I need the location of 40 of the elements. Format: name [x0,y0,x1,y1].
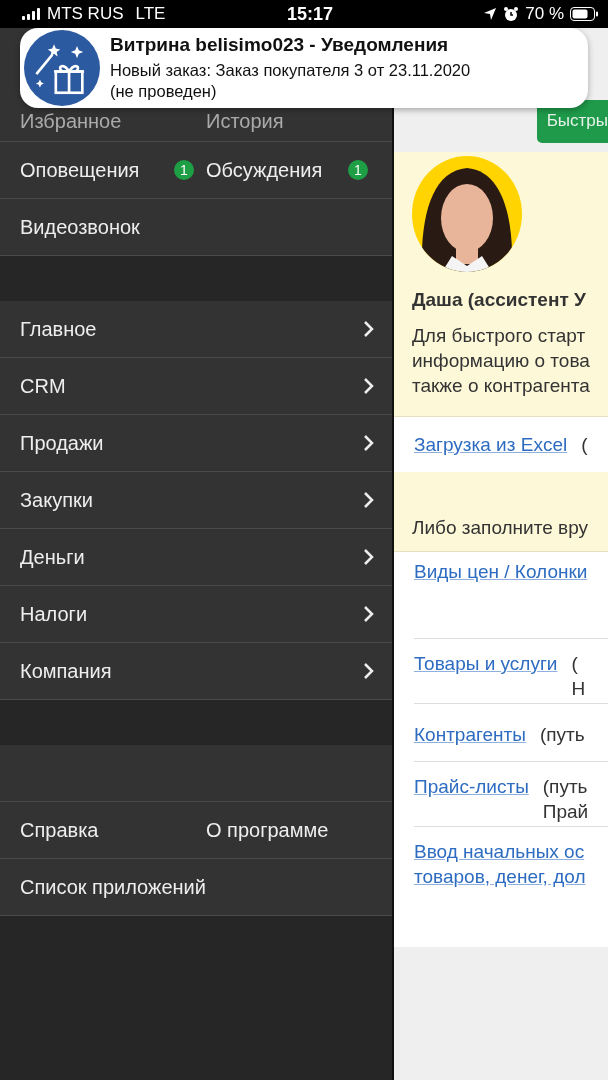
menu-item[interactable]: О программе [206,818,380,842]
menu-item[interactable]: Обсуждения 1 [206,158,380,182]
battery-percent: 70 % [525,4,564,24]
chevron-right-icon [363,605,374,623]
carrier-name: MTS RUS [47,4,124,24]
chevron-right-icon [363,320,374,338]
chevron-right-icon [363,377,374,395]
path-note: ( Н [571,652,586,701]
chevron-right-icon [363,662,374,680]
manual-fill-text: Либо заполните вру [412,517,588,539]
setup-link[interactable]: Контрагенты [414,722,526,761]
path-note: (путь [539,723,585,747]
setup-link[interactable]: Товары и услуги [414,651,558,703]
notification-title: Витрина belisimo023 - Уведомления [110,34,450,56]
count-badge: 1 [174,160,194,180]
path-note: (путь Прай [542,775,589,824]
menu-item[interactable]: Справка [20,818,206,842]
clock-time: 15:17 [287,3,334,25]
menu-item[interactable]: Оповещения 1 [20,158,206,182]
count-badge: 1 [348,160,368,180]
menu-item[interactable]: Избранное [20,110,206,133]
signal-icon [22,8,41,20]
chevron-right-icon [363,491,374,509]
notification-message: Новый заказ: Заказ покупателя 3 от 23.11.2020 (не проведен) [110,60,472,102]
intro-text: Для быстрого старт информацию о това также о контрагента [412,324,591,398]
location-icon [483,7,498,21]
setup-link[interactable]: Прайс-листы [414,774,529,826]
chevron-right-icon [363,548,374,566]
setup-link[interactable]: Ввод начальных ос товаров, денег, дол [414,839,586,947]
menu-item[interactable]: История [206,110,380,133]
battery-icon [570,7,598,21]
network-type: LTE [135,4,166,24]
excel-import-link[interactable]: Загрузка из Excel [414,432,568,457]
menu-item[interactable]: Список приложений [20,875,206,899]
alarm-icon [503,6,520,22]
assistant-name: Даша (ассистент У [412,289,587,311]
menu-item[interactable]: Видеозвонок [20,215,206,239]
chevron-right-icon [363,434,374,452]
path-note: ( [581,433,588,457]
setup-link[interactable]: Виды цен / Колонки [414,559,588,638]
